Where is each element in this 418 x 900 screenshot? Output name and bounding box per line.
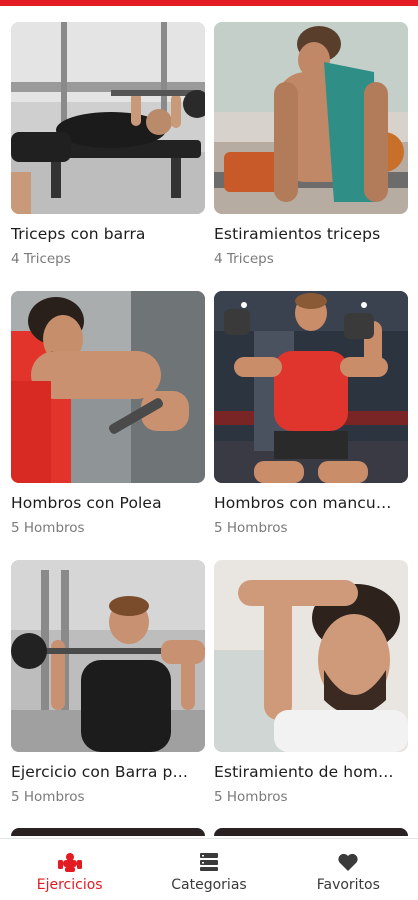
exercise-title: Estiramiento de hom…: [214, 763, 394, 781]
exercise-card[interactable]: Estiramientos triceps 4 Triceps: [214, 22, 408, 267]
exercise-thumbnail: [11, 291, 205, 483]
nav-label: Ejercicios: [36, 877, 103, 893]
nav-label: Categorias: [171, 877, 247, 893]
exercise-card[interactable]: Hombros con mancu… 5 Hombros: [214, 291, 408, 536]
next-card-peek: [214, 828, 408, 836]
exercise-thumbnail: [214, 291, 408, 483]
nav-categorias[interactable]: Categorias: [139, 839, 278, 900]
exercise-card[interactable]: Estiramiento de hom… 5 Hombros: [214, 560, 408, 805]
exercise-thumbnail: [11, 22, 205, 214]
exercise-title: Estiramientos triceps: [214, 225, 381, 243]
exercise-title: Triceps con barra: [11, 225, 146, 243]
nav-label: Favoritos: [316, 877, 380, 893]
exercise-card[interactable]: Triceps con barra 4 Triceps: [11, 22, 205, 267]
exercise-subtitle: 4 Triceps: [11, 251, 71, 267]
exercise-card[interactable]: Ejercicio con Barra p… 5 Hombros: [11, 560, 205, 805]
list-icon: [196, 851, 222, 873]
nav-ejercicios[interactable]: Ejercicios: [0, 839, 139, 900]
exercise-subtitle: 5 Hombros: [214, 520, 288, 536]
exercise-subtitle: 5 Hombros: [11, 789, 85, 805]
heart-icon: [335, 851, 361, 873]
exercise-card[interactable]: Hombros con Polea 5 Hombros: [11, 291, 205, 536]
exercise-title: Ejercicio con Barra p…: [11, 763, 189, 781]
exercise-subtitle: 4 Triceps: [214, 251, 274, 267]
exercise-thumbnail: [11, 560, 205, 752]
exercise-title: Hombros con mancu…: [214, 494, 392, 512]
bottom-navigation: Ejercicios Categorias Favoritos: [0, 838, 418, 900]
exercise-thumbnail: [214, 22, 408, 214]
exercise-subtitle: 5 Hombros: [214, 789, 288, 805]
dumbbell-icon: [57, 851, 83, 873]
exercise-subtitle: 5 Hombros: [11, 520, 85, 536]
exercise-title: Hombros con Polea: [11, 494, 162, 512]
status-accent-bar: [0, 0, 418, 6]
nav-favoritos[interactable]: Favoritos: [279, 839, 418, 900]
exercise-thumbnail: [214, 560, 408, 752]
next-card-peek: [11, 828, 205, 836]
